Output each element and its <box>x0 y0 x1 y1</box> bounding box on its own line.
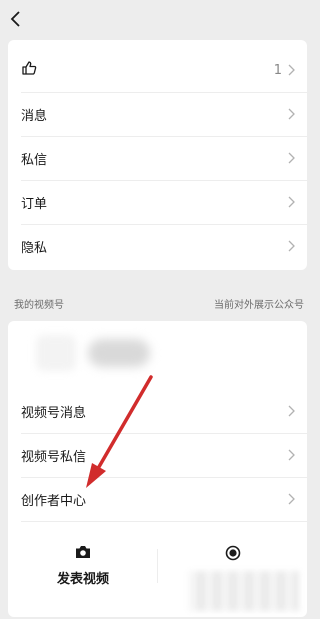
row-creator-center[interactable]: 创作者中心 <box>8 477 307 521</box>
row-channel-messages[interactable]: 视频号消息 <box>8 389 307 433</box>
chevron-right-icon <box>288 64 295 76</box>
chevron-right-icon <box>288 405 295 417</box>
thumbs-up-icon <box>21 60 274 80</box>
chevron-right-icon <box>288 196 295 208</box>
row-label: 隐私 <box>21 240 48 256</box>
settings-card: 1 消息 私信 订单 隐私 <box>8 40 307 270</box>
section-title: 我的视频号 <box>14 300 64 311</box>
row-label: 消息 <box>21 108 48 124</box>
row-privacy[interactable]: 隐私 <box>8 224 307 268</box>
row-private-messages[interactable]: 私信 <box>8 136 307 180</box>
chevron-right-icon <box>288 108 295 120</box>
section-subtitle[interactable]: 当前对外展示公众号 <box>214 296 304 311</box>
row-label: 创作者中心 <box>21 493 87 509</box>
avatar <box>36 335 76 371</box>
back-chevron-left-icon[interactable] <box>8 10 22 28</box>
record-icon <box>225 545 241 561</box>
likes-count: 1 <box>273 62 282 78</box>
row-label: 私信 <box>21 152 48 168</box>
camera-icon <box>76 546 90 558</box>
channel-profile[interactable] <box>8 321 307 385</box>
row-label: 视频号私信 <box>21 449 87 465</box>
row-orders[interactable]: 订单 <box>8 180 307 224</box>
divider <box>21 521 307 522</box>
top-bar <box>0 0 319 38</box>
channel-actions: 发表视频 <box>8 531 307 617</box>
chevron-right-icon <box>288 449 295 461</box>
blurred-area <box>189 571 299 611</box>
channels-card: 视频号消息 视频号私信 创作者中心 发表视频 <box>8 321 307 617</box>
row-label: 订单 <box>21 196 48 212</box>
chevron-right-icon <box>288 240 295 252</box>
post-video-label: 发表视频 <box>56 572 109 587</box>
channel-name-blurred <box>88 339 150 367</box>
chevron-right-icon <box>288 152 295 164</box>
channels-section-header: 我的视频号 当前对外展示公众号 <box>14 296 304 311</box>
chevron-right-icon <box>288 493 295 505</box>
row-messages[interactable]: 消息 <box>8 92 307 136</box>
post-video-button[interactable]: 发表视频 <box>8 531 158 601</box>
row-label: 视频号消息 <box>21 405 87 421</box>
row-channel-private-messages[interactable]: 视频号私信 <box>8 433 307 477</box>
row-likes[interactable]: 1 <box>8 48 307 92</box>
